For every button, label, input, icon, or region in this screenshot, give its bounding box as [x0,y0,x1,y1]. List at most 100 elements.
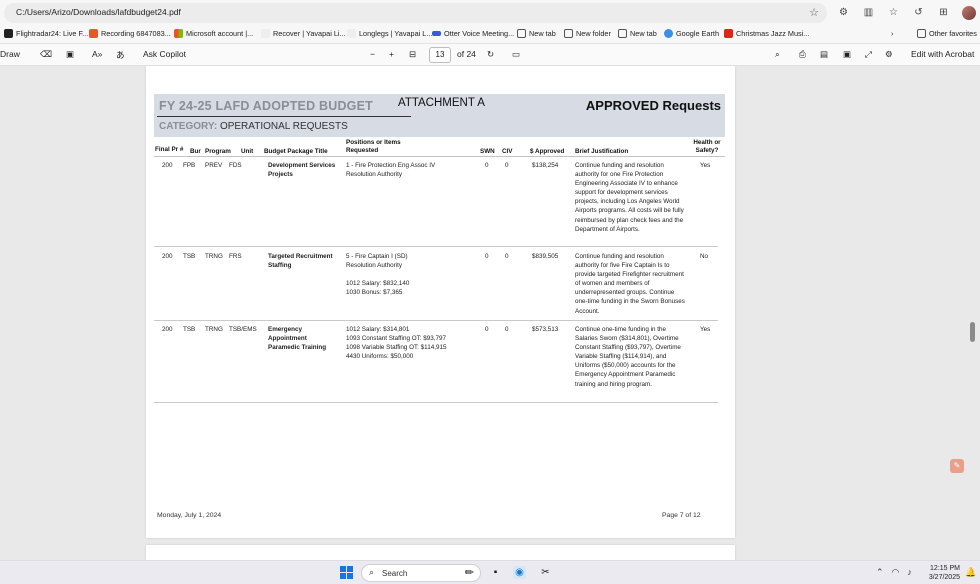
favorite-item[interactable]: New tab [517,29,556,38]
profile-avatar[interactable] [961,5,976,20]
favorite-item[interactable]: Longlegs | Yavapai L... [347,29,432,38]
row2-final-pr: 200 [162,253,173,260]
favorite-label: Longlegs | Yavapai L... [359,29,433,38]
read-aloud-icon[interactable]: A» [92,49,102,59]
notification-bell-icon[interactable]: 🔔 [965,567,976,578]
favorite-label: Flightradar24: Live F... [16,29,89,38]
fit-page-icon[interactable]: ⊟ [409,49,416,60]
page-view-icon[interactable]: ▭ [512,49,520,60]
split-screen-icon[interactable]: ▥ [861,5,876,20]
row2-title: Targeted Recruitment Staffing [268,253,333,270]
favorite-star-icon[interactable]: ☆ [809,6,819,19]
tray-overflow-icon[interactable]: ⌃ [876,567,884,578]
task-view-icon[interactable]: ▪ [489,566,502,579]
ask-copilot-button[interactable]: Ask Copilot [143,49,186,59]
recording-icon [89,29,98,38]
row3-civ: 0 [505,326,509,333]
favorite-label: Christmas Jazz Musi... [736,29,810,38]
favorite-item[interactable]: Microsoft account |... [174,29,253,38]
row1-approved: $138,254 [532,162,559,169]
col-final-pr: Final Pr # [155,146,184,153]
zoom-out-icon[interactable]: − [370,49,375,59]
favorite-item[interactable]: Christmas Jazz Musi... [724,29,809,38]
search-icon: ⌕ [369,567,375,577]
row-divider [154,320,718,321]
pdf-page: FY 24-25 LAFD ADOPTED BUDGET ATTACHMENT … [146,66,735,538]
history-icon[interactable]: ↺ [911,5,926,20]
favorites-icon[interactable]: ☆ [886,5,901,20]
fullscreen-icon[interactable]: ⤢ [865,49,872,60]
collections-icon[interactable]: ⊞ [936,5,951,20]
row2-program: TRNG [205,253,223,260]
flightradar-icon [4,29,13,38]
acrobat-icon[interactable]: ✎ [950,459,964,473]
favorites-overflow-icon[interactable]: › [891,29,893,38]
url-field[interactable]: C:/Users/Arizo/Downloads/lafdbudget24.pd… [4,3,827,23]
footer-date: Monday, July 1, 2024 [157,512,222,519]
zoom-in-icon[interactable]: + [389,49,394,59]
library-icon [347,29,356,38]
tab-icon [517,29,526,38]
page-number-input[interactable]: 13 [429,47,451,63]
youtube-icon [724,29,733,38]
pdf-toolbar: Draw ⌫ ▣ A» あ Ask Copilot − + ⊟ 13 of 24… [0,44,980,66]
taskbar-search[interactable]: ⌕ Search ✏ [361,564,481,582]
view-icon[interactable]: ▣ [66,49,74,60]
attachment-label: ATTACHMENT A [398,97,485,109]
col-approved: $ Approved [530,148,565,155]
row2-swn: 0 [485,253,489,260]
favorite-item[interactable]: Otter Voice Meeting... [432,29,514,38]
save-as-icon[interactable]: ▣ [843,49,851,60]
favorite-item[interactable]: Google Earth [664,29,719,38]
extensions-icon[interactable]: ⚙ [836,5,851,20]
header-divider [154,156,725,157]
favorite-label: New tab [529,29,556,38]
save-icon[interactable]: ▤ [820,49,828,60]
col-civ: CIV [502,148,513,155]
favorite-item[interactable]: Recording 6847083... [89,29,171,38]
favorite-item[interactable]: New folder [564,29,611,38]
document-title: FY 24-25 LAFD ADOPTED BUDGET [159,99,373,113]
microsoft-icon [174,29,183,38]
row2-bur: TSB [183,253,196,260]
row3-positions: 1012 Salary: $314,801 1093 Constant Staf… [346,326,447,361]
windows-logo-tile [340,573,346,579]
favorite-item[interactable]: Flightradar24: Live F... [4,29,88,38]
row3-swn: 0 [485,326,489,333]
category-line: CATEGORY: OPERATIONAL REQUESTS [159,121,348,132]
edit-with-acrobat-button[interactable]: Edit with Acrobat [911,49,974,59]
col-health: Health or Safety? [693,139,721,154]
vertical-scrollbar[interactable] [970,322,975,342]
eraser-icon[interactable]: ⌫ [40,49,52,60]
address-bar: C:/Users/Arizo/Downloads/lafdbudget24.pd… [0,0,980,26]
row3-approved: $573,513 [532,326,559,333]
translate-icon[interactable]: あ [116,49,125,61]
snipping-tool-icon[interactable]: ✂ [539,566,552,579]
category-value: OPERATIONAL REQUESTS [219,121,348,132]
wifi-icon[interactable]: ◠ [892,567,900,578]
row1-bur: FPB [183,162,196,169]
print-icon[interactable]: ⎙ [799,49,806,60]
row2-health: No [700,253,709,260]
row2-justification: Continue funding and resolution authorit… [575,253,685,315]
favorite-item[interactable]: Recover | Yavapai Li... [261,29,346,38]
row2-positions: 5 - Fire Captain I (SD) Resolution Autho… [346,253,410,297]
clock[interactable]: 12:15 PM 3/27/2025 [924,564,960,582]
volume-icon[interactable]: ♪ [907,567,912,578]
search-highlight-icon: ✏ [464,567,474,579]
start-button[interactable] [340,566,353,579]
favorite-label: Google Earth [676,29,719,38]
col-swn: SWN [480,148,495,155]
other-favorites[interactable]: Other favorites [917,29,977,38]
windows-logo-tile [347,566,353,572]
rotate-icon[interactable]: ↻ [487,49,494,60]
search-icon[interactable]: ⌕ [775,49,780,60]
edge-glyph: ◉ [515,567,524,578]
settings-icon[interactable]: ⚙ [885,49,893,60]
favorite-label: New tab [630,29,657,38]
pdf-viewer[interactable]: FY 24-25 LAFD ADOPTED BUDGET ATTACHMENT … [0,66,980,560]
draw-button[interactable]: Draw [0,49,20,59]
edge-icon[interactable]: ◉ [513,566,526,579]
favorite-item[interactable]: New tab [618,29,657,38]
row3-bur: TSB [183,326,196,333]
